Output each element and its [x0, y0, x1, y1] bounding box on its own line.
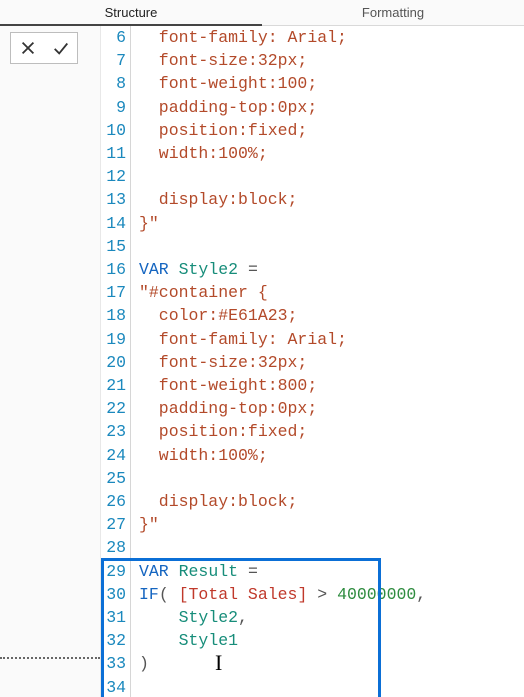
tab-formatting[interactable]: Formatting	[262, 0, 524, 26]
code-content[interactable]: position:fixed;	[131, 119, 524, 142]
line-number: 19	[101, 328, 131, 351]
code-content[interactable]: display:block;	[131, 490, 524, 513]
code-line[interactable]: 24 width:100%;	[101, 444, 524, 467]
code-content[interactable]: IF( [Total Sales] > 40000000,	[131, 583, 524, 606]
code-line[interactable]: 14}"	[101, 212, 524, 235]
code-content[interactable]	[131, 536, 524, 559]
line-number: 11	[101, 142, 131, 165]
code-line[interactable]: 17"#container {	[101, 281, 524, 304]
code-content[interactable]: color:#E61A23;	[131, 304, 524, 327]
code-content[interactable]: }"	[131, 212, 524, 235]
code-content[interactable]: position:fixed;	[131, 420, 524, 443]
line-number: 23	[101, 420, 131, 443]
line-number: 34	[101, 676, 131, 697]
line-number: 12	[101, 165, 131, 188]
line-number: 7	[101, 49, 131, 72]
code-line[interactable]: 15	[101, 235, 524, 258]
code-content[interactable]	[131, 235, 524, 258]
line-number: 22	[101, 397, 131, 420]
code-line[interactable]: 34	[101, 676, 524, 697]
code-content[interactable]: padding-top:0px;	[131, 96, 524, 119]
code-content[interactable]: Style1	[131, 629, 524, 652]
line-number: 27	[101, 513, 131, 536]
code-content[interactable]: font-weight:800;	[131, 374, 524, 397]
code-content[interactable]	[131, 676, 524, 697]
code-line[interactable]: 32 Style1	[101, 629, 524, 652]
commit-cancel-box	[10, 32, 78, 64]
code-content[interactable]: }"	[131, 513, 524, 536]
code-content[interactable]: )	[131, 652, 524, 675]
code-content[interactable]	[131, 467, 524, 490]
code-content[interactable]: width:100%;	[131, 142, 524, 165]
code-content[interactable]: VAR Style2 =	[131, 258, 524, 281]
line-number: 9	[101, 96, 131, 119]
code-line[interactable]: 11 width:100%;	[101, 142, 524, 165]
code-content[interactable]: font-weight:100;	[131, 72, 524, 95]
code-line[interactable]: 16VAR Style2 =	[101, 258, 524, 281]
line-number: 13	[101, 188, 131, 211]
code-content[interactable]: font-size:32px;	[131, 351, 524, 374]
dax-editor-root: Structure Formatting 6 font-family: Aria…	[0, 0, 524, 697]
line-number: 30	[101, 583, 131, 606]
code-line[interactable]: 31 Style2,	[101, 606, 524, 629]
line-number: 10	[101, 119, 131, 142]
line-number: 8	[101, 72, 131, 95]
check-icon[interactable]	[49, 36, 73, 60]
code-line[interactable]: 7 font-size:32px;	[101, 49, 524, 72]
tab-structure[interactable]: Structure	[0, 0, 262, 26]
code-editor[interactable]: 6 font-family: Arial;7 font-size:32px;8 …	[100, 26, 524, 697]
code-line[interactable]: 9 padding-top:0px;	[101, 96, 524, 119]
code-content[interactable]: display:block;	[131, 188, 524, 211]
code-line[interactable]: 21 font-weight:800;	[101, 374, 524, 397]
code-line[interactable]: 13 display:block;	[101, 188, 524, 211]
tab-bar: Structure Formatting	[0, 0, 524, 26]
line-number: 24	[101, 444, 131, 467]
line-number: 15	[101, 235, 131, 258]
code-line[interactable]: 10 position:fixed;	[101, 119, 524, 142]
code-line[interactable]: 12	[101, 165, 524, 188]
code-content[interactable]: width:100%;	[131, 444, 524, 467]
line-number: 25	[101, 467, 131, 490]
line-number: 18	[101, 304, 131, 327]
code-content[interactable]: Style2,	[131, 606, 524, 629]
code-line[interactable]: 30IF( [Total Sales] > 40000000,	[101, 583, 524, 606]
line-number: 21	[101, 374, 131, 397]
line-number: 20	[101, 351, 131, 374]
left-column	[0, 26, 100, 697]
code-line[interactable]: 23 position:fixed;	[101, 420, 524, 443]
code-content[interactable]: "#container {	[131, 281, 524, 304]
line-number: 29	[101, 560, 131, 583]
code-line[interactable]: 25	[101, 467, 524, 490]
code-line[interactable]: 28	[101, 536, 524, 559]
line-number: 28	[101, 536, 131, 559]
line-number: 16	[101, 258, 131, 281]
code-content[interactable]: font-family: Arial;	[131, 26, 524, 49]
dotted-separator	[0, 657, 100, 659]
line-number: 33	[101, 652, 131, 675]
code-line[interactable]: 6 font-family: Arial;	[101, 26, 524, 49]
code-content[interactable]: font-family: Arial;	[131, 328, 524, 351]
code-line[interactable]: 22 padding-top:0px;	[101, 397, 524, 420]
code-line[interactable]: 18 color:#E61A23;	[101, 304, 524, 327]
code-content[interactable]: font-size:32px;	[131, 49, 524, 72]
code-line[interactable]: 29VAR Result =	[101, 560, 524, 583]
code-line[interactable]: 8 font-weight:100;	[101, 72, 524, 95]
code-line[interactable]: 19 font-family: Arial;	[101, 328, 524, 351]
code-line[interactable]: 20 font-size:32px;	[101, 351, 524, 374]
line-number: 6	[101, 26, 131, 49]
code-content[interactable]: padding-top:0px;	[131, 397, 524, 420]
code-content[interactable]: VAR Result =	[131, 560, 524, 583]
close-icon[interactable]	[16, 36, 40, 60]
line-number: 17	[101, 281, 131, 304]
editor-body: 6 font-family: Arial;7 font-size:32px;8 …	[0, 26, 524, 697]
code-content[interactable]	[131, 165, 524, 188]
code-line[interactable]: 27}"	[101, 513, 524, 536]
line-number: 32	[101, 629, 131, 652]
line-number: 31	[101, 606, 131, 629]
code-line[interactable]: 33)	[101, 652, 524, 675]
line-number: 26	[101, 490, 131, 513]
line-number: 14	[101, 212, 131, 235]
code-line[interactable]: 26 display:block;	[101, 490, 524, 513]
